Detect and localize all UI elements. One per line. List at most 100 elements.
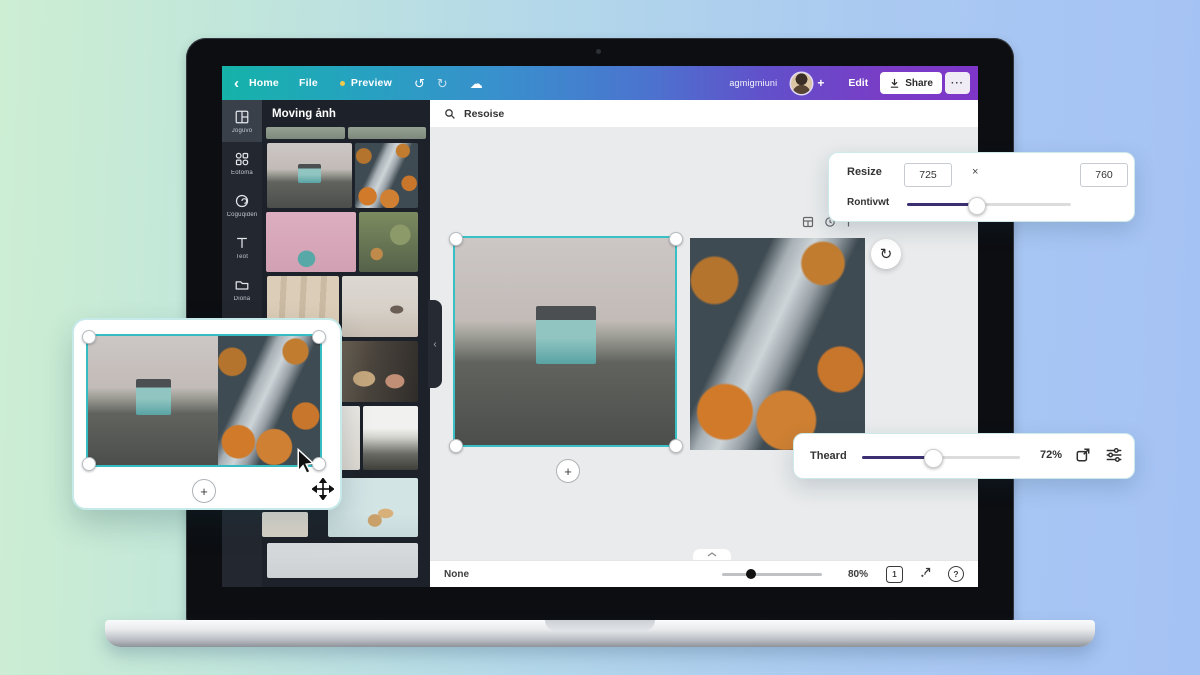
resize-slider-fill: [907, 203, 976, 206]
resize-handle-se[interactable]: [669, 439, 683, 453]
sidebar-item-templates[interactable]: Joguvo: [222, 100, 262, 142]
plus-icon: +: [200, 483, 208, 499]
desktop-background: ‹ Home File Preview ↺ ↻ ☁ agmigmiuni + E…: [0, 0, 1200, 675]
canvas-toolbar-label[interactable]: Resoise: [464, 108, 504, 120]
resize-slider-handle[interactable]: [967, 196, 986, 215]
refresh-icon: ↻: [879, 246, 893, 263]
sidebar-item-uploads[interactable]: Coguqiden: [222, 184, 262, 226]
zoom-value: 80%: [847, 568, 868, 580]
zoom-slider-handle[interactable]: [745, 569, 756, 579]
redo-icon[interactable]: ↻: [437, 77, 448, 90]
search-icon[interactable]: [444, 108, 456, 120]
laptop-base-notch: [545, 620, 655, 631]
undo-icon[interactable]: ↺: [414, 77, 425, 90]
add-page-button[interactable]: +: [556, 459, 580, 483]
threshold-label: Theard: [810, 450, 847, 462]
share-button[interactable]: Share: [880, 72, 942, 94]
bottom-panel-tab[interactable]: [693, 549, 731, 560]
preview-status-dot-icon: [339, 80, 345, 86]
resize-handle-ne[interactable]: [669, 232, 683, 246]
threshold-value: 72%: [1040, 449, 1063, 461]
photo-thumb[interactable]: [266, 212, 356, 272]
threshold-slider-fill: [862, 456, 932, 459]
resize-slider-label: Rontivwt: [847, 197, 890, 208]
sidebar-item-elements[interactable]: Eotoma: [222, 142, 262, 184]
photo-thumb[interactable]: [267, 543, 418, 578]
templates-icon: [234, 109, 250, 125]
card-photo-food[interactable]: [217, 336, 320, 465]
sidebar-item-folder[interactable]: Diona: [222, 268, 262, 310]
times-icon: ×: [972, 166, 979, 178]
canvas-toolbar: Resoise: [430, 100, 978, 128]
resize-popup: Resize × Rontivwt: [828, 152, 1135, 222]
add-member-button[interactable]: +: [817, 76, 824, 90]
resize-popup-title: Resize: [847, 166, 882, 178]
canvas-photo-van[interactable]: [455, 238, 675, 445]
fullscreen-icon[interactable]: [919, 566, 932, 582]
spiral-icon: [234, 193, 250, 209]
sidebar-item-label: Coguqiden: [226, 211, 258, 218]
photo-thumb-food[interactable]: [355, 143, 418, 208]
help-button[interactable]: ?: [948, 566, 964, 582]
width-input[interactable]: [904, 163, 952, 187]
sidebar-item-label: Eotoma: [231, 169, 253, 176]
resize-handle-sw[interactable]: [449, 439, 463, 453]
resize-handle-nw[interactable]: [82, 330, 96, 344]
menu-preview[interactable]: Preview: [339, 77, 392, 89]
photo-thumb[interactable]: [341, 341, 418, 402]
photo-thumb[interactable]: [342, 276, 418, 337]
refresh-button[interactable]: ↻: [871, 239, 901, 269]
background-none-label[interactable]: None: [444, 569, 469, 580]
threshold-slider[interactable]: [862, 449, 1020, 468]
photo-thumb[interactable]: [266, 127, 345, 139]
chevron-left-icon: ‹: [433, 338, 437, 350]
canvas-photo-food[interactable]: [690, 238, 865, 450]
add-page-button[interactable]: +: [192, 479, 216, 503]
sidebar-item-text[interactable]: Teot: [222, 226, 262, 268]
elements-icon: [234, 151, 250, 167]
folder-icon: [234, 277, 250, 293]
panel-title: Moving ảnh: [272, 108, 336, 120]
photo-thumb[interactable]: [348, 127, 426, 139]
threshold-popup: Theard 72%: [793, 433, 1135, 479]
resize-handle-ne[interactable]: [312, 330, 326, 344]
floating-preview-card[interactable]: +: [72, 318, 342, 510]
resize-handle-nw[interactable]: [449, 232, 463, 246]
resize-handle-sw[interactable]: [82, 457, 96, 471]
resize-slider[interactable]: [907, 196, 1071, 215]
photo-thumb[interactable]: [359, 212, 418, 272]
photo-thumb[interactable]: [262, 512, 308, 537]
expand-icon[interactable]: [1075, 447, 1091, 468]
chevron-up-icon: [707, 552, 717, 557]
threshold-slider-handle[interactable]: [923, 449, 943, 468]
webcam-icon: [596, 49, 601, 54]
edit-button[interactable]: Edit: [848, 77, 868, 89]
menu-home[interactable]: Home: [249, 77, 279, 89]
photo-thumb-van[interactable]: [267, 143, 352, 208]
share-button-label: Share: [905, 77, 933, 89]
panel-collapse-tab[interactable]: ‹: [428, 300, 442, 388]
status-bar: None 80% 1 ?: [430, 560, 978, 587]
text-icon: [234, 235, 250, 251]
plus-icon: +: [564, 463, 572, 479]
sidebar-item-label: Joguvo: [231, 127, 253, 134]
laptop-base: [105, 620, 1095, 647]
adjustments-icon[interactable]: [1105, 447, 1123, 468]
menu-file[interactable]: File: [299, 77, 318, 89]
zoom-slider[interactable]: [721, 569, 822, 579]
top-menu-bar: ‹ Home File Preview ↺ ↻ ☁ agmigmiuni + E…: [222, 66, 978, 100]
back-chevron-icon[interactable]: ‹: [234, 76, 239, 91]
move-handle-icon[interactable]: [311, 477, 335, 505]
mouse-cursor-icon: [296, 447, 320, 480]
username-label: agmigmiuni: [729, 78, 778, 88]
more-options-button[interactable]: ···: [945, 72, 970, 94]
sidebar-item-label: Teot: [235, 253, 249, 260]
card-photo-van[interactable]: [88, 336, 218, 465]
menu-preview-label: Preview: [350, 77, 392, 89]
page-indicator[interactable]: 1: [886, 565, 903, 583]
height-input[interactable]: [1080, 163, 1128, 187]
table-icon[interactable]: [802, 216, 814, 228]
photo-thumb[interactable]: [363, 406, 418, 470]
avatar[interactable]: [791, 72, 813, 94]
selection-frame[interactable]: [88, 336, 320, 465]
